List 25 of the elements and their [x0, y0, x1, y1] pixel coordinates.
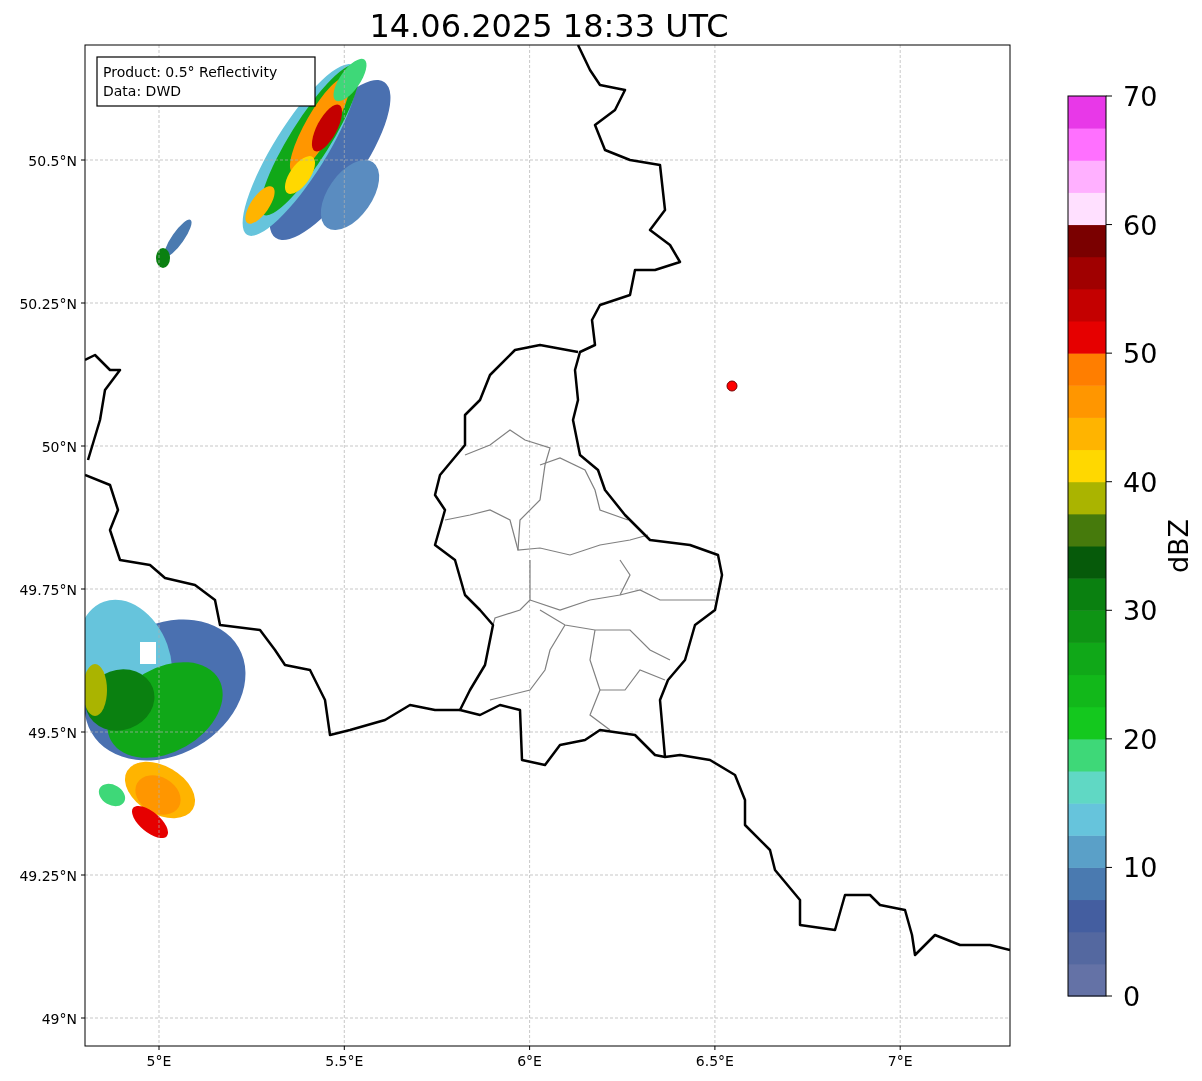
latitude-label: 49.5°N	[28, 725, 77, 741]
colorbar-tick-label: 40	[1123, 466, 1158, 498]
info-text: Data: DWD	[103, 83, 181, 99]
colorbar-tick-label: 70	[1123, 81, 1158, 112]
location-marker	[726, 380, 738, 392]
colorbar-tick-label: 0	[1123, 981, 1141, 1012]
info-text: Product: 0.5° Reflectivity	[103, 64, 278, 80]
longitude-label: 5.5°E	[325, 1053, 364, 1069]
latitude-label: 49.75°N	[19, 582, 77, 598]
longitude-label: 6°E	[517, 1053, 542, 1069]
longitude-label: 6.5°E	[695, 1053, 734, 1069]
colorbar-label: dBZ	[1163, 518, 1194, 574]
latitude-label: 50.25°N	[19, 296, 77, 312]
longitude-label: 5°E	[146, 1053, 172, 1069]
plot-title: 14.06.2025 18:33 UTC	[369, 7, 729, 45]
latitude-label: 49°N	[41, 1011, 77, 1027]
colorbar-tick-label: 10	[1123, 852, 1158, 884]
latitude-label: 49.25°N	[19, 868, 77, 884]
latitude-label: 50.5°N	[28, 153, 77, 169]
colorbar-tick-label: 60	[1123, 209, 1158, 241]
colorbar-tick-label: 20	[1123, 723, 1158, 755]
colorbar-tick-label: 50	[1123, 338, 1158, 370]
longitude-label: 7°E	[887, 1053, 913, 1069]
latitude-label: 50°N	[41, 439, 77, 455]
colorbar-tick-label: 30	[1123, 595, 1158, 627]
